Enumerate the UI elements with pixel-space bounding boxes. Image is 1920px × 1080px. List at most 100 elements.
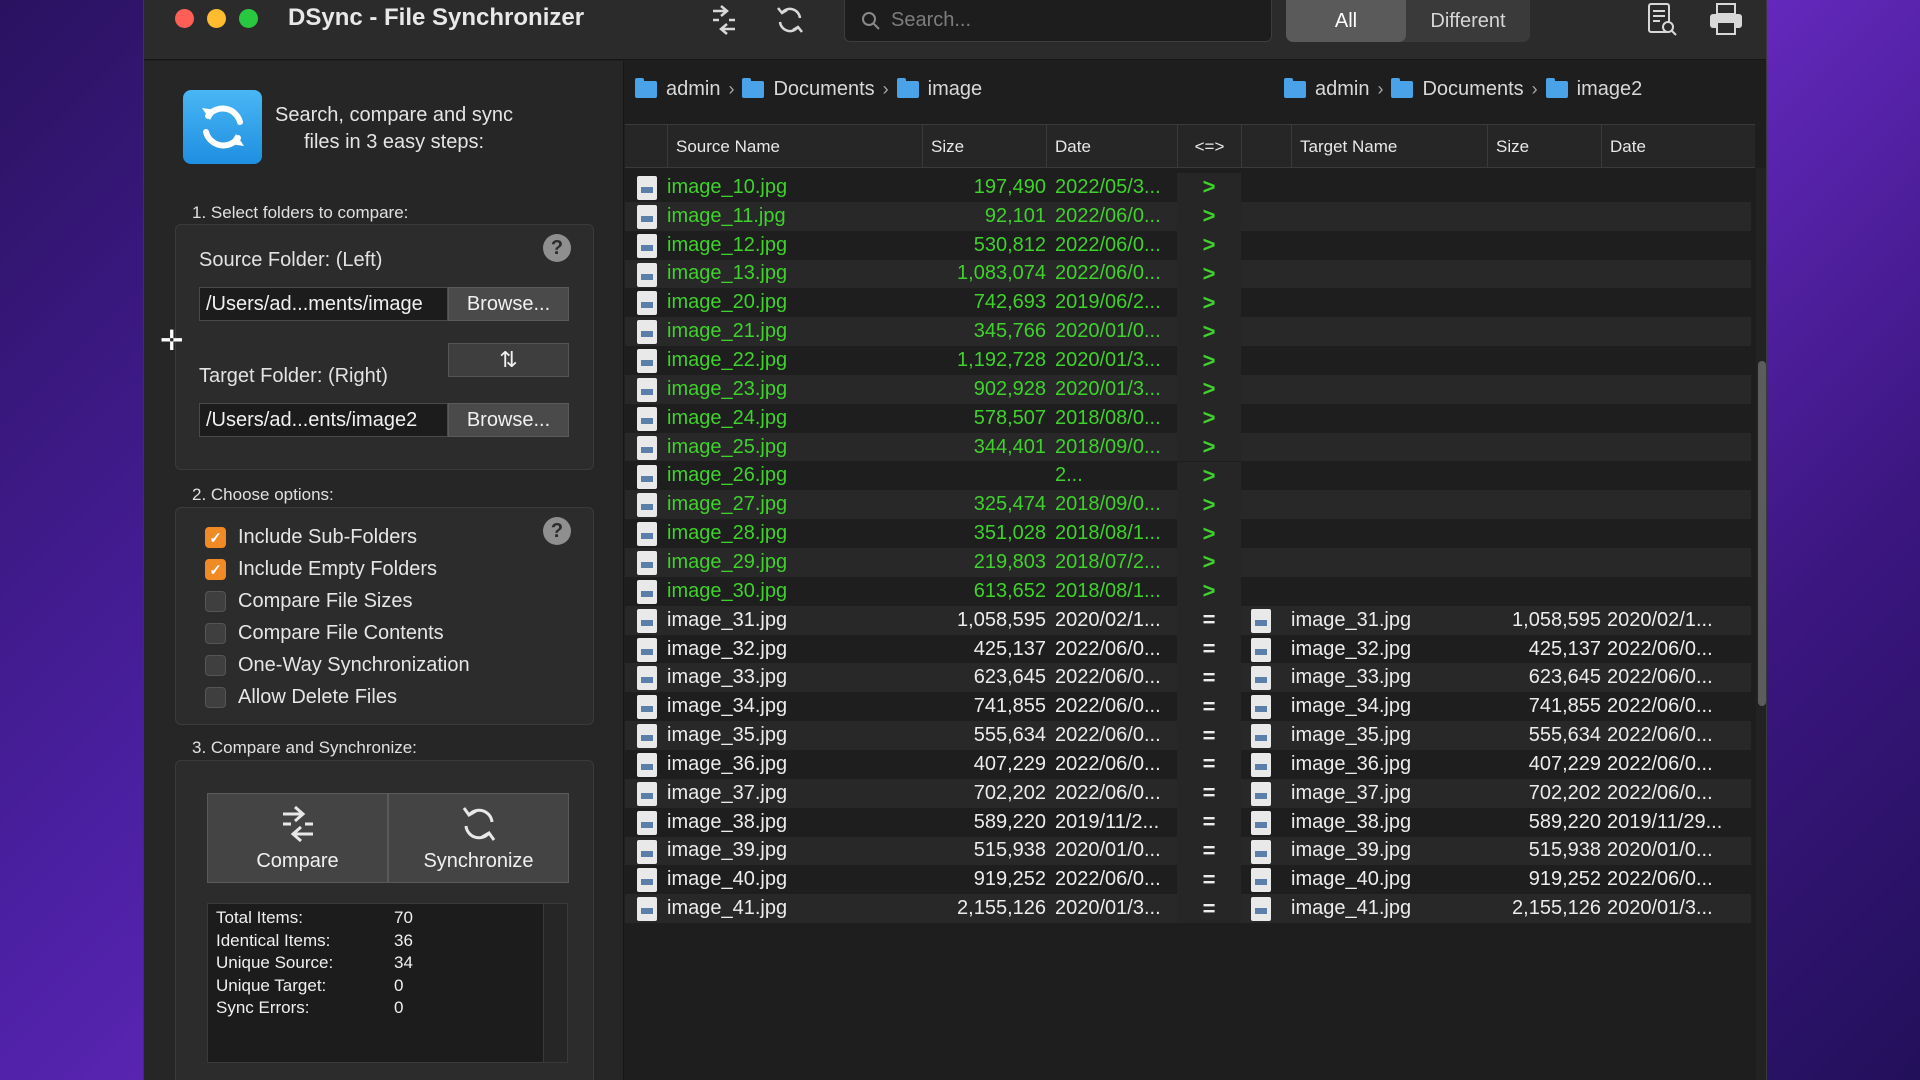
checkbox-unchecked-icon[interactable] [205,655,226,676]
target-browse-button[interactable]: Browse... [448,403,569,437]
option-checkbox-3[interactable]: Compare File Contents [205,622,444,645]
breadcrumb-item[interactable]: Documents [1391,78,1524,101]
filter-all-tab[interactable]: All [1286,0,1406,42]
source-name-cell: image_38.jpg [667,810,788,833]
header-target-name[interactable]: Target Name [1291,125,1487,168]
table-row[interactable]: image_21.jpg 345,766 2020/01/0... > [625,317,1755,347]
header-source-name[interactable]: Source Name [667,125,922,168]
source-browse-button[interactable]: Browse... [448,287,569,321]
table-row[interactable]: image_35.jpg 555,634 2022/06/0... = image_35… [625,721,1755,750]
table-row[interactable]: image_29.jpg 219,803 2018/07/2... > [625,548,1755,577]
table-row[interactable]: image_40.jpg 919,252 2022/06/0... = image_40… [625,865,1755,895]
breadcrumb-label: image [927,78,983,100]
table-row[interactable]: image_27.jpg 325,474 2018/09/0... > [625,490,1755,520]
table-row[interactable]: image_10.jpg 197,490 2022/05/3... > [625,173,1755,202]
search-field[interactable] [844,0,1272,42]
image-file-icon [1251,839,1271,864]
table-row[interactable]: image_31.jpg 1,058,595 2020/02/1... = image_… [625,605,1755,635]
source-date-cell: 2022/05/3... [1055,175,1161,198]
print-button[interactable] [1704,0,1748,40]
table-row[interactable]: image_23.jpg 902,928 2020/01/3... > [625,374,1755,404]
option-checkbox-4[interactable]: One-Way Synchronization [205,654,470,677]
table-row[interactable]: image_11.jpg 92,101 2022/06/0... > [625,201,1755,231]
header-target-date[interactable]: Date [1601,125,1751,168]
table-row[interactable]: image_12.jpg 530,812 2022/06/0... > [625,230,1755,260]
checkbox-unchecked-icon[interactable] [205,623,226,644]
table-row[interactable]: image_24.jpg 578,507 2018/08/0... > [625,403,1755,433]
image-file-icon [637,868,657,893]
breadcrumb-item[interactable]: image2 [1545,78,1642,101]
filter-segmented-control[interactable]: All Different [1286,0,1530,42]
step2-label: 2. Choose options: [192,485,334,504]
zoom-window-button[interactable] [239,9,258,28]
table-row[interactable]: image_26.jpg 2... > [625,461,1755,491]
sync-logo-icon [201,105,244,149]
image-file-icon [637,349,657,374]
option-checkbox-0[interactable]: ✓ Include Sub-Folders [205,526,417,549]
option-checkbox-5[interactable]: Allow Delete Files [205,686,397,709]
header-compare[interactable]: <=> [1177,125,1241,168]
sync-toolbar-button[interactable] [770,0,810,40]
source-name-cell: image_35.jpg [667,724,788,747]
report-button[interactable] [1642,0,1682,40]
minimize-window-button[interactable] [207,9,226,28]
table-scrollbar[interactable] [1756,168,1766,1080]
option-checkbox-2[interactable]: Compare File Sizes [205,590,413,613]
target-date-cell: 2022/06/0... [1607,637,1713,660]
checkbox-unchecked-icon[interactable] [205,591,226,612]
option-label: Compare File Contents [238,622,444,644]
header-target-size[interactable]: Size [1487,125,1601,168]
checkbox-checked-icon[interactable]: ✓ [205,559,226,580]
table-row[interactable]: image_36.jpg 407,229 2022/06/0... = image_36… [625,750,1755,779]
target-size-cell [1487,519,1601,548]
table-row[interactable]: image_22.jpg 1,192,728 2020/01/3... > [625,346,1755,375]
source-name-cell: image_20.jpg [667,291,788,314]
target-path-field[interactable]: /Users/ad...ents/image2 [199,403,448,437]
filter-different-tab[interactable]: Different [1406,0,1530,42]
table-row[interactable]: image_28.jpg 351,028 2018/08/1... > [625,519,1755,549]
swap-folders-button[interactable]: ⇅ [448,343,569,377]
compare-button[interactable]: Compare [207,793,388,883]
source-path-field[interactable]: /Users/ad...ments/image [199,287,448,321]
source-size-cell: 623,645 [973,666,1046,689]
breadcrumb-item[interactable]: Documents [742,78,875,101]
table-row[interactable]: image_25.jpg 344,401 2018/09/0... > [625,432,1755,462]
source-size-cell: 555,634 [973,724,1046,747]
source-name-cell: image_33.jpg [667,666,788,689]
header-size[interactable]: Size [922,125,1046,168]
table-row[interactable]: image_20.jpg 742,693 2019/06/2... > [625,288,1755,318]
stat-value: 0 [394,998,404,1017]
table-row[interactable]: image_34.jpg 741,855 2022/06/0... = image_34… [625,692,1755,722]
checkbox-checked-icon[interactable]: ✓ [205,527,226,548]
source-name-cell: image_37.jpg [667,781,788,804]
breadcrumb-item[interactable]: image [896,78,983,101]
scrollbar-thumb[interactable] [1758,361,1766,706]
table-row[interactable]: image_33.jpg 623,645 2022/06/0... = image_33… [625,663,1755,693]
source-name-cell: image_21.jpg [667,320,788,343]
search-input[interactable] [891,9,1231,32]
compare-toolbar-button[interactable] [704,0,744,40]
synchronize-button[interactable]: Synchronize [388,793,569,883]
help-icon[interactable]: ? [543,517,571,545]
folder-icon [1545,78,1568,98]
close-window-button[interactable] [175,9,194,28]
table-row[interactable]: image_38.jpg 589,220 2019/11/2... = image_38… [625,807,1755,837]
table-row[interactable]: image_39.jpg 515,938 2020/01/0... = image_39… [625,836,1755,866]
table-row[interactable]: image_13.jpg 1,083,074 2022/06/0... > [625,259,1755,289]
compare-result-cell: > [1202,289,1216,315]
table-row[interactable]: image_32.jpg 425,137 2022/06/0... = image_32… [625,634,1755,664]
table-row[interactable]: image_30.jpg 613,652 2018/08/1... > [625,576,1755,606]
table-row[interactable]: image_37.jpg 702,202 2022/06/0... = image_37… [625,778,1755,808]
source-name-cell: image_26.jpg [667,464,788,487]
help-icon[interactable]: ? [543,234,571,262]
table-header: Source Name Size Date <=> Target Name Si… [625,124,1755,168]
stats-scrollbar[interactable] [544,903,568,1063]
header-date[interactable]: Date [1046,125,1177,168]
compare-result-cell: > [1202,462,1216,488]
option-checkbox-1[interactable]: ✓ Include Empty Folders [205,558,437,581]
app-logo [183,90,262,164]
checkbox-unchecked-icon[interactable] [205,687,226,708]
breadcrumb-item[interactable]: admin [635,78,720,101]
table-row[interactable]: image_41.jpg 2,155,126 2020/01/3... = image_… [625,894,1755,924]
breadcrumb-item[interactable]: admin [1284,78,1369,101]
